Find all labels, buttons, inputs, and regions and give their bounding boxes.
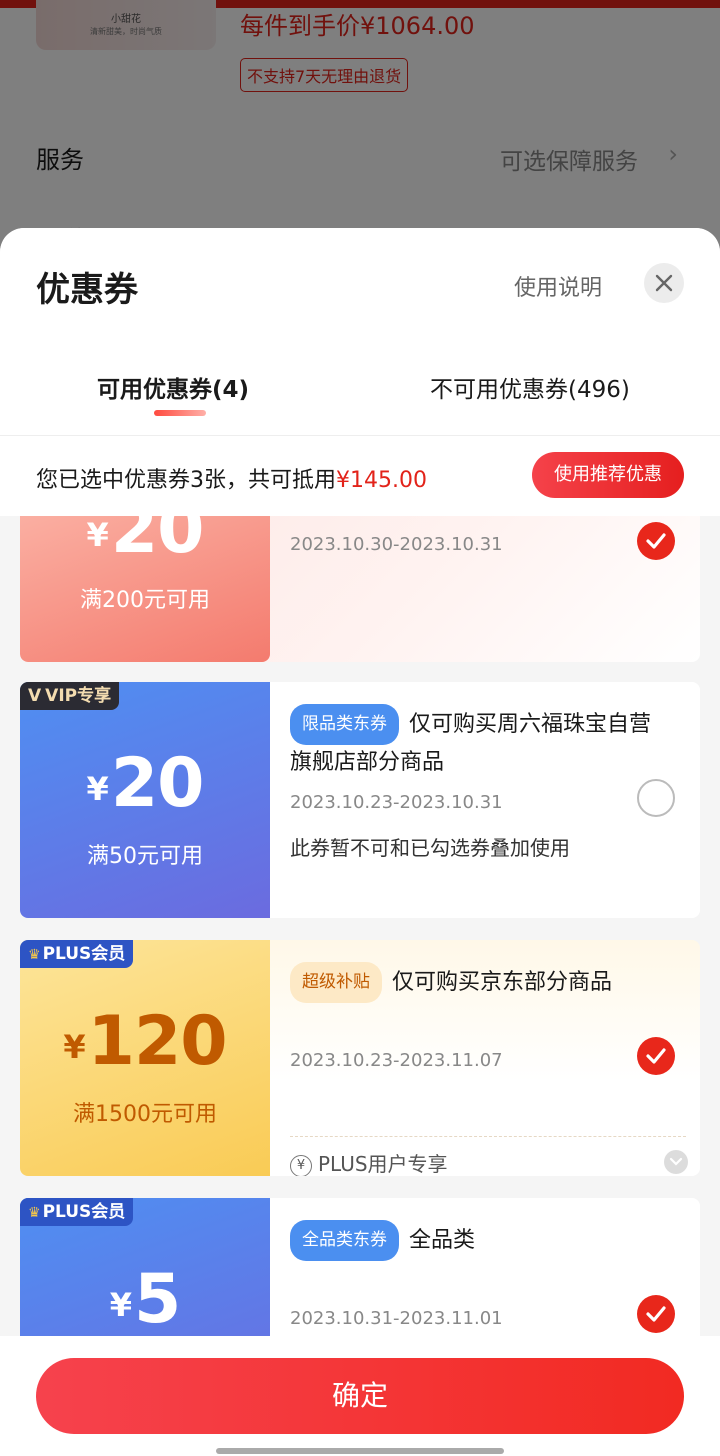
use-recommended-button[interactable]: 使用推荐优惠 bbox=[532, 452, 684, 498]
coupon-threshold: 满200元可用 bbox=[80, 588, 210, 613]
coupon-date: 2023.10.31-2023.11.01 bbox=[290, 1308, 503, 1329]
active-tab-indicator bbox=[154, 410, 206, 416]
crown-icon: ♛ bbox=[28, 1205, 41, 1221]
coupon-list[interactable]: ¥20 满200元可用 2023.10.30-2023.10.31 V VIP专享… bbox=[0, 516, 720, 1336]
confirm-button[interactable]: 确定 bbox=[36, 1358, 684, 1434]
coupon-description: 限品类东券 仅可购买周六福珠宝自营旗舰店部分商品 bbox=[290, 704, 670, 780]
coupon-card[interactable]: ♛ PLUS会员 ¥5 全品类东券 全品类 2023.10.31-2023.11.0… bbox=[20, 1198, 700, 1336]
coupon-threshold: 满1500元可用 bbox=[73, 1102, 217, 1127]
checkmark-icon bbox=[646, 1306, 666, 1322]
coupon-card[interactable]: ¥20 满200元可用 2023.10.30-2023.10.31 bbox=[20, 516, 700, 662]
plus-exclusive-label: ¥ PLUS用户专享 bbox=[290, 1148, 448, 1176]
coupon-unselected-checkbox[interactable] bbox=[637, 779, 675, 817]
usage-instructions-link[interactable]: 使用说明 bbox=[514, 270, 602, 302]
close-icon bbox=[655, 274, 673, 292]
expand-button[interactable] bbox=[664, 1150, 688, 1174]
checkmark-icon bbox=[646, 533, 666, 549]
vip-badge: V VIP专享 bbox=[20, 682, 120, 710]
vip-v-icon: V bbox=[28, 686, 42, 706]
tab-available-coupons[interactable]: 可用优惠券(4) bbox=[97, 370, 249, 404]
coupon-date: 2023.10.23-2023.11.07 bbox=[290, 1050, 503, 1071]
bottom-action-bar: 确定 bbox=[0, 1336, 720, 1456]
coupon-value-panel: ♛ PLUS会员 ¥120 满1500元可用 bbox=[20, 940, 270, 1176]
close-button[interactable] bbox=[644, 263, 684, 303]
coupon-card[interactable]: ♛ PLUS会员 ¥120 满1500元可用 超级补贴 仅可购买京东部分商品 202… bbox=[20, 940, 700, 1176]
coupon-selected-checkbox[interactable] bbox=[637, 1295, 675, 1333]
sheet-title: 优惠券 bbox=[36, 270, 138, 310]
coupon-value-panel: V VIP专享 ¥20 满50元可用 bbox=[20, 682, 270, 918]
tab-unavailable-coupons[interactable]: 不可用优惠券(496) bbox=[430, 370, 630, 404]
plus-badge: ♛ PLUS会员 bbox=[20, 940, 134, 968]
divider bbox=[290, 1136, 686, 1137]
plus-badge: ♛ PLUS会员 bbox=[20, 1198, 134, 1226]
coupon-note: 此券暂不可和已勾选券叠加使用 bbox=[290, 836, 570, 860]
coupon-description: 超级补贴 仅可购买京东部分商品 bbox=[290, 962, 670, 1003]
crown-icon: ♛ bbox=[28, 947, 41, 963]
selection-summary: 您已选中优惠券3张，共可抵用¥145.00 bbox=[36, 462, 427, 494]
coupon-category-tag: 限品类东券 bbox=[290, 704, 399, 745]
coupon-amount: ¥20 bbox=[86, 744, 205, 823]
checkmark-icon bbox=[646, 1048, 666, 1064]
yen-circle-icon: ¥ bbox=[290, 1155, 312, 1176]
coupon-category-tag: 全品类东券 bbox=[290, 1220, 399, 1261]
coupon-info: 超级补贴 仅可购买京东部分商品 2023.10.23-2023.11.07 ¥ PL… bbox=[270, 940, 700, 1176]
coupon-selected-checkbox[interactable] bbox=[637, 522, 675, 560]
sheet-header: 优惠券 使用说明 可用优惠券(4) 不可用优惠券(496) bbox=[0, 228, 720, 436]
coupon-value-panel: ¥20 满200元可用 bbox=[20, 516, 270, 662]
coupon-amount: ¥120 bbox=[63, 1002, 227, 1081]
coupon-amount: ¥20 bbox=[86, 516, 205, 569]
coupon-card[interactable]: V VIP专享 ¥20 满50元可用 限品类东券 仅可购买周六福珠宝自营旗舰店部分商… bbox=[20, 682, 700, 918]
summary-prefix: 您已选中优惠券3张，共可抵用 bbox=[36, 468, 336, 493]
home-indicator[interactable] bbox=[216, 1448, 504, 1454]
coupon-info: 限品类东券 仅可购买周六福珠宝自营旗舰店部分商品 2023.10.23-2023.… bbox=[270, 682, 700, 918]
coupon-description: 全品类东券 全品类 bbox=[290, 1220, 670, 1261]
coupon-value-panel: ♛ PLUS会员 ¥5 bbox=[20, 1198, 270, 1336]
coupon-amount: ¥5 bbox=[109, 1260, 182, 1336]
coupon-category-tag: 超级补贴 bbox=[290, 962, 382, 1003]
summary-amount: ¥145.00 bbox=[336, 468, 427, 493]
chevron-down-icon bbox=[669, 1157, 683, 1166]
coupon-date: 2023.10.23-2023.10.31 bbox=[290, 792, 503, 813]
coupon-info: 2023.10.30-2023.10.31 bbox=[270, 516, 700, 662]
coupon-threshold: 满50元可用 bbox=[87, 844, 203, 869]
coupon-sheet: 优惠券 使用说明 可用优惠券(4) 不可用优惠券(496) 您已选中优惠券3张，… bbox=[0, 228, 720, 1456]
coupon-info: 全品类东券 全品类 2023.10.31-2023.11.01 bbox=[270, 1198, 700, 1336]
coupon-date: 2023.10.30-2023.10.31 bbox=[290, 534, 503, 555]
coupon-selected-checkbox[interactable] bbox=[637, 1037, 675, 1075]
selection-summary-bar: 您已选中优惠券3张，共可抵用¥145.00 使用推荐优惠 bbox=[0, 436, 720, 516]
